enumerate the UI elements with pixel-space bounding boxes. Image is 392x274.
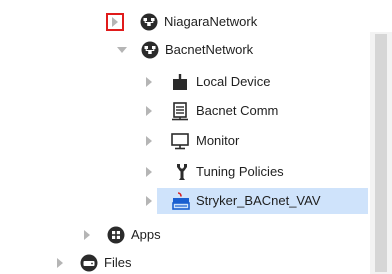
apps-icon	[106, 225, 126, 245]
tree-node-bacnet-network[interactable]: BacnetNetwork	[0, 37, 368, 63]
wrench-icon	[172, 162, 192, 182]
tree-node-label: Monitor	[196, 133, 240, 148]
tree-node-niagara-network[interactable]: NiagaraNetwork	[0, 9, 368, 35]
tree-node-label: Stryker_BACnet_VAV	[196, 193, 321, 208]
tree-node-stryker-bacnet-vav-content[interactable]: Stryker_BACnet_VAV	[0, 188, 368, 214]
collapse-arrow-icon[interactable]	[115, 43, 129, 57]
network-globe-icon	[140, 40, 160, 60]
tree-node-label: NiagaraNetwork	[164, 14, 258, 29]
tree-node-bacnet-comm[interactable]: Bacnet Comm	[0, 98, 368, 124]
expand-arrow-icon[interactable]	[142, 134, 156, 148]
server-icon	[170, 101, 190, 121]
tree-node-apps[interactable]: Apps	[0, 222, 368, 248]
scrollbar-thumb[interactable]	[375, 34, 387, 272]
network-globe-icon	[139, 12, 159, 32]
tree-node-label: BacnetNetwork	[165, 42, 254, 57]
tree-node-local-device[interactable]: Local Device	[0, 69, 368, 95]
tree-node-monitor[interactable]: Monitor	[0, 128, 368, 154]
expand-arrow-icon[interactable]	[142, 104, 156, 118]
expand-arrow-icon[interactable]	[142, 194, 156, 208]
tree-node-tuning-policies[interactable]: Tuning Policies	[0, 159, 368, 185]
expand-arrow-icon[interactable]	[142, 75, 156, 89]
tree-node-label: Files	[104, 255, 132, 270]
expand-arrow-icon[interactable]	[53, 256, 67, 270]
tree-node-label: Bacnet Comm	[196, 103, 279, 118]
tree-node-label: Tuning Policies	[196, 164, 284, 179]
tree-node-label: Local Device	[196, 74, 271, 89]
files-drive-icon	[79, 253, 99, 273]
navigation-tree: NiagaraNetwork BacnetNetwork Local Devic…	[0, 0, 392, 274]
expand-arrow-icon[interactable]	[142, 165, 156, 179]
bacnet-device-icon	[171, 191, 191, 211]
expand-arrow-icon[interactable]	[106, 13, 124, 31]
expand-arrow-icon[interactable]	[80, 228, 94, 242]
tree-node-label: Apps	[131, 227, 161, 242]
local-device-icon	[170, 72, 190, 92]
monitor-icon	[170, 131, 190, 151]
tree-node-files[interactable]: Files	[0, 250, 368, 274]
